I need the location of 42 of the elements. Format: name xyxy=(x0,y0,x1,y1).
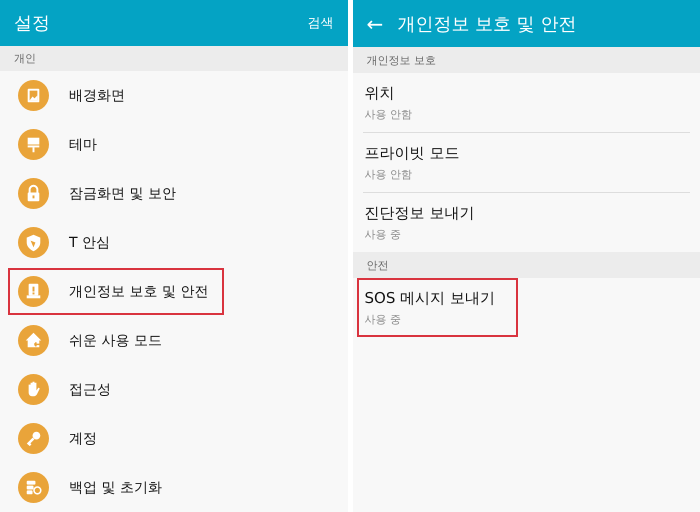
item-status: 사용 중 xyxy=(364,312,402,326)
section-header: 개인정보 보호 xyxy=(352,47,700,73)
settings-item[interactable]: 백업 및 초기화 xyxy=(8,464,172,511)
item-label: 잠금화면 및 보안 xyxy=(69,184,176,202)
lock-icon xyxy=(18,178,49,209)
item-title: 진단정보 보내기 xyxy=(364,204,474,222)
key-icon xyxy=(18,423,49,454)
picture-icon xyxy=(18,80,49,111)
settings-item[interactable]: T 안심 xyxy=(8,219,120,266)
settings-item[interactable]: 위치 사용 안함 xyxy=(356,73,420,132)
item-label: 테마 xyxy=(69,136,97,154)
item-title: 위치 xyxy=(364,84,396,102)
item-label: 쉬운 사용 모드 xyxy=(69,332,162,350)
item-title: 프라이빗 모드 xyxy=(364,144,460,162)
item-label: T 안심 xyxy=(69,234,110,252)
settings-item[interactable]: 테마 xyxy=(8,121,107,168)
brush-icon xyxy=(18,129,49,160)
section-header: 안전 xyxy=(352,252,700,278)
item-status: 사용 안함 xyxy=(364,106,412,122)
item-label: 배경화면 xyxy=(69,86,125,104)
item-status: 사용 중 xyxy=(364,226,402,242)
alert-icon xyxy=(18,276,49,307)
settings-item[interactable]: 계정 xyxy=(8,415,107,462)
settings-item[interactable]: 잠금화면 및 보안 xyxy=(8,170,186,217)
settings-item[interactable]: 프라이빗 모드 사용 안함 xyxy=(356,133,468,192)
hand-icon xyxy=(18,374,49,405)
item-status: 사용 안함 xyxy=(364,166,413,182)
settings-item-label: 개인정보 보호 및 안전 xyxy=(69,282,208,300)
settings-item[interactable]: 배경화면 xyxy=(8,72,135,119)
section-header: 개인 xyxy=(0,46,348,71)
settings-item[interactable]: 진단정보 보내기 사용 중 xyxy=(356,193,482,252)
settings-item[interactable]: 쉬운 사용 모드 xyxy=(8,317,172,364)
shield-icon xyxy=(18,227,49,258)
home-icon xyxy=(18,325,49,356)
item-label: 백업 및 초기화 xyxy=(69,478,162,496)
backup-icon xyxy=(18,472,49,503)
screen-title: 개인정보 보호 및 안전 xyxy=(397,12,576,36)
screen-title: 설정 xyxy=(14,12,51,35)
item-label: 접근성 xyxy=(69,380,111,398)
item-label: 계정 xyxy=(69,430,97,448)
settings-item[interactable]: 접근성 xyxy=(8,366,121,413)
item-title: SOS 메시지 보내기 xyxy=(364,288,496,308)
